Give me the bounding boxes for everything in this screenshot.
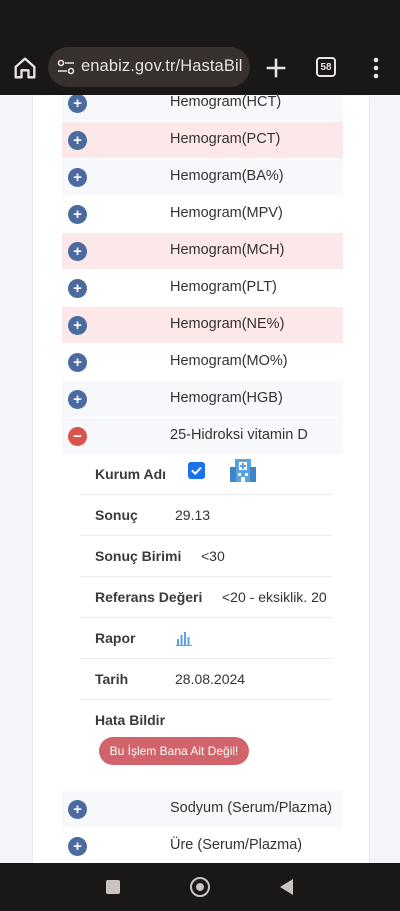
detail-key: Sonuç Birimi [95,548,182,564]
test-row[interactable]: + Hemogram(BA%) [62,159,343,195]
test-row[interactable]: + Hemogram(MPV) [62,196,343,232]
detail-row-hata: Hata Bildir [80,700,332,741]
test-label: Hemogram(NE%) [170,316,285,332]
plus-icon[interactable]: + [68,316,87,335]
test-row[interactable]: + Hemogram(NE%) [62,307,343,343]
detail-value: 28.08.2024 [175,671,246,687]
tab-count: 58 [320,61,332,73]
plus-icon[interactable]: + [68,837,87,856]
plus-icon[interactable]: + [68,390,87,409]
plus-icon[interactable]: + [68,800,87,819]
plus-icon[interactable]: + [68,168,87,187]
system-navigation-bar [0,863,400,911]
url-text[interactable]: enabiz.gov.tr/HastaBil [81,57,242,76]
report-chart-icon[interactable] [176,630,192,646]
back-icon[interactable] [280,879,293,895]
detail-row-sonuc: Sonuç 29.13 [80,495,332,536]
hospital-icon[interactable] [229,456,257,484]
detail-key: Kurum Adı [95,466,167,482]
page-content: + Hemogram(HCT) + Hemogram(PCT) + Hemogr… [0,95,400,863]
detail-row-rapor: Rapor [80,618,332,659]
plus-icon[interactable]: + [68,205,87,224]
detail-row-birim: Sonuç Birimi <30 [80,536,332,577]
detail-key: Tarih [95,671,129,687]
plus-icon[interactable]: + [68,353,87,372]
test-label: 25-Hidroksi vitamin D [170,427,308,443]
test-label: Hemogram(MO%) [170,353,288,369]
test-row[interactable]: + Hemogram(HCT) [62,95,343,121]
home-icon[interactable] [11,54,39,82]
browser-toolbar: enabiz.gov.tr/HastaBil 58 [0,40,400,95]
test-label: Üre (Serum/Plazma) [170,837,303,853]
detail-value: <30 [201,548,225,564]
test-label: Sodyum (Serum/Plazma) [170,800,332,816]
recents-icon[interactable] [106,880,120,894]
test-row[interactable]: + Hemogram(MO%) [62,344,343,380]
detail-value: <20 - eksiklik. 20 [222,589,327,605]
plus-icon[interactable]: + [68,131,87,150]
new-tab-icon[interactable] [262,54,290,82]
plus-icon[interactable]: + [68,242,87,261]
plus-icon[interactable]: + [68,95,87,113]
address-bar[interactable]: enabiz.gov.tr/HastaBil [48,47,250,87]
report-error-button[interactable]: Bu İşlem Bana Ait Değil! [99,737,249,765]
plus-icon[interactable]: + [68,279,87,298]
detail-row-tarih: Tarih 28.08.2024 [80,659,332,700]
site-settings-icon[interactable] [57,59,75,75]
detail-key: Sonuç [95,507,138,523]
test-row[interactable]: + Hemogram(PCT) [62,122,343,158]
test-label: Hemogram(PCT) [170,131,281,147]
test-label: Hemogram(HGB) [170,390,283,406]
test-row[interactable]: + Hemogram(PLT) [62,270,343,306]
home-nav-icon[interactable] [190,877,210,897]
detail-value: 29.13 [175,507,211,523]
detail-row-referans: Referans Değeri <20 - eksiklik. 20 [80,577,332,618]
test-row[interactable]: + Üre (Serum/Plazma) [62,828,343,863]
test-label: Hemogram(PLT) [170,279,277,295]
tab-switcher-button[interactable]: 58 [316,57,336,77]
detail-row-kurum: Kurum Adı [80,454,332,495]
test-row-expanded[interactable]: − 25-Hidroksi vitamin D [62,418,343,454]
test-label: Hemogram(BA%) [170,168,284,184]
detail-key: Hata Bildir [95,712,166,728]
test-row[interactable]: + Sodyum (Serum/Plazma) [62,791,343,827]
test-row[interactable]: + Hemogram(HGB) [62,381,343,417]
test-detail-panel: Kurum Adı Sonuç 29.13 Sonuç Birimi <30 R… [62,454,343,789]
test-label: Hemogram(MPV) [170,205,283,221]
detail-key: Referans Değeri [95,589,203,605]
detail-key: Rapor [95,630,136,646]
status-bar [0,0,400,40]
test-label: Hemogram(MCH) [170,242,285,258]
minus-icon[interactable]: − [68,427,87,446]
test-label: Hemogram(HCT) [170,95,282,110]
checkbox-checked-icon[interactable] [188,462,205,479]
test-row[interactable]: + Hemogram(MCH) [62,233,343,269]
more-menu-icon[interactable] [364,54,388,82]
